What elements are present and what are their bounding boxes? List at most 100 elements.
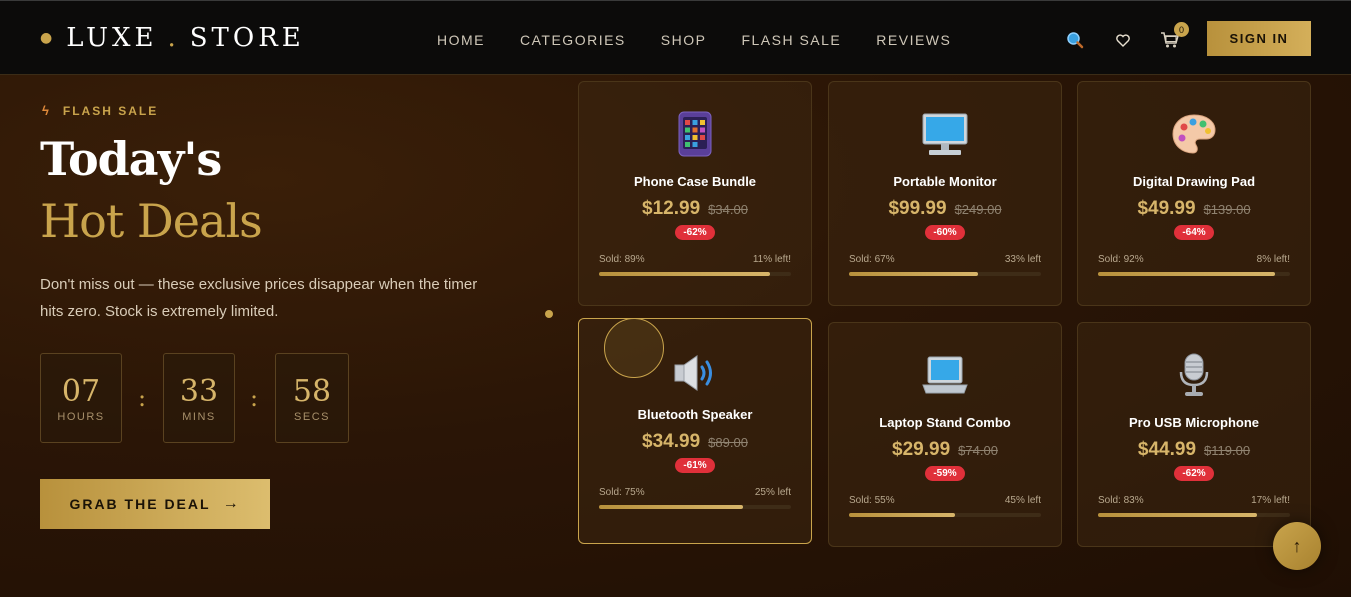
sold-label: Sold: 55%: [849, 495, 895, 506]
logo[interactable]: ● LUXE . STORE: [40, 23, 305, 53]
sign-in-button[interactable]: SIGN IN: [1207, 21, 1311, 56]
product-prices: $99.99 $249.00: [829, 198, 1061, 220]
monitor-icon: [829, 110, 1061, 158]
hero-title-line1: Today's: [40, 132, 222, 186]
product-old-price: $89.00: [708, 435, 748, 450]
product-prices: $44.99 $119.00: [1078, 439, 1310, 461]
timer-hours-label: HOURS: [57, 411, 105, 423]
product-old-price: $139.00: [1203, 202, 1251, 217]
sold-label: Sold: 75%: [599, 487, 645, 498]
laptop-icon: [829, 351, 1061, 399]
discount-badge: -64%: [1174, 225, 1214, 240]
product-price: $34.99: [642, 431, 701, 452]
grab-deal-button[interactable]: GRAB THE DEAL →: [40, 479, 270, 529]
grab-deal-label: GRAB THE DEAL: [69, 496, 211, 512]
stock-row: Sold: 89% 11% left!: [599, 254, 791, 265]
logo-dot-icon: ●: [40, 30, 57, 46]
stock-row: Sold: 75% 25% left: [599, 487, 791, 498]
product-old-price: $119.00: [1204, 443, 1251, 458]
search-icon[interactable]: [1064, 29, 1086, 51]
product-card[interactable]: Digital Drawing Pad $49.99 $139.00 -64% …: [1077, 81, 1311, 306]
stock-row: Sold: 92% 8% left!: [1098, 254, 1290, 265]
stock-left-label: 11% left!: [752, 254, 791, 265]
stock-left-label: 25% left: [754, 487, 791, 498]
product-price: $29.99: [892, 439, 951, 460]
product-price: $99.99: [888, 198, 947, 219]
stock-progress-fill: [849, 513, 955, 517]
product-old-price: $74.00: [958, 443, 998, 458]
top-navbar: ● LUXE . STORE HOME CATEGORIES SHOP FLAS…: [0, 0, 1351, 75]
hero-title-line2: Hot Deals: [40, 194, 263, 248]
product-card[interactable]: Portable Monitor $99.99 $249.00 -60% Sol…: [828, 81, 1062, 306]
timer-secs-value: 58: [292, 374, 332, 409]
timer-mins: 33 MINS: [163, 353, 235, 443]
nav-link-home[interactable]: HOME: [437, 32, 485, 48]
nav-link-categories[interactable]: CATEGORIES: [520, 32, 626, 48]
tablet-icon: [579, 110, 811, 158]
logo-text-right: STORE: [189, 23, 305, 53]
carousel-dot[interactable]: [545, 310, 553, 318]
stock-left-label: 33% left: [1004, 254, 1041, 265]
flash-sale-tag-label: FLASH SALE: [62, 103, 159, 118]
discount-badge: -59%: [925, 466, 965, 481]
product-price: $49.99: [1137, 198, 1196, 219]
timer-secs: 58 SECS: [275, 353, 349, 443]
stock-row: Sold: 55% 45% left: [849, 495, 1041, 506]
scroll-to-top-button[interactable]: ↑: [1273, 522, 1321, 570]
stock-left-label: 8% left!: [1256, 254, 1290, 265]
product-card[interactable]: Laptop Stand Combo $29.99 $74.00 -59% So…: [828, 322, 1062, 547]
product-price: $44.99: [1137, 439, 1197, 460]
stock-progress-bar: [1098, 513, 1290, 517]
stock-progress-bar: [599, 505, 791, 509]
flash-sale-tag: ϟ FLASH SALE: [42, 103, 158, 118]
microphone-icon: [1078, 351, 1310, 399]
stock-progress-bar: [849, 513, 1041, 517]
product-price: $12.99: [642, 198, 701, 219]
stock-progress-bar: [599, 272, 791, 276]
nav-links: HOME CATEGORIES SHOP FLASH SALE REVIEWS: [437, 32, 986, 48]
stock-progress-bar: [1098, 272, 1290, 276]
stock-progress-fill: [599, 272, 770, 276]
timer-secs-label: SECS: [294, 411, 330, 423]
cursor-highlight-ring: [604, 318, 664, 378]
discount-badge: -60%: [925, 225, 965, 240]
lightning-icon: ϟ: [42, 103, 51, 118]
logo-text-left: LUXE: [66, 23, 158, 53]
product-name: Portable Monitor: [893, 174, 997, 189]
sold-label: Sold: 92%: [1098, 254, 1144, 265]
product-old-price: $249.00: [954, 202, 1002, 217]
product-prices: $29.99 $74.00: [829, 439, 1061, 461]
product-prices: $49.99 $139.00: [1078, 198, 1310, 220]
product-card[interactable]: Pro USB Microphone $44.99 $119.00 -62% S…: [1077, 322, 1311, 547]
timer-separator: :: [250, 384, 259, 412]
stock-progress-fill: [849, 272, 978, 276]
nav-link-reviews[interactable]: REVIEWS: [876, 32, 951, 48]
stock-left-label: 45% left: [1004, 495, 1041, 506]
product-old-price: $34.00: [708, 202, 748, 217]
product-prices: $12.99 $34.00: [579, 198, 811, 220]
palette-icon: [1078, 110, 1310, 158]
stock-left-label: 17% left!: [1251, 495, 1290, 506]
stock-row: Sold: 83% 17% left!: [1098, 495, 1290, 506]
product-prices: $34.99 $89.00: [579, 431, 811, 453]
product-card[interactable]: Phone Case Bundle $12.99 $34.00 -62% Sol…: [578, 81, 812, 306]
timer-mins-value: 33: [179, 374, 219, 409]
product-name: Phone Case Bundle: [633, 174, 757, 189]
nav-link-shop[interactable]: SHOP: [661, 32, 707, 48]
product-name: Pro USB Microphone: [1128, 415, 1259, 430]
discount-badge: -62%: [675, 225, 715, 240]
timer-mins-label: MINS: [182, 411, 216, 423]
product-name: Laptop Stand Combo: [879, 415, 1011, 430]
timer-hours: 07 HOURS: [40, 353, 122, 443]
discount-badge: -62%: [1174, 466, 1214, 481]
stock-progress-fill: [599, 505, 743, 509]
timer-hours-value: 07: [61, 374, 101, 409]
logo-separator: .: [167, 23, 180, 53]
discount-badge: -61%: [675, 458, 715, 473]
stock-row: Sold: 67% 33% left: [849, 254, 1041, 265]
stock-progress-bar: [849, 272, 1041, 276]
heart-icon[interactable]: [1112, 29, 1134, 51]
nav-link-flash-sale[interactable]: FLASH SALE: [741, 32, 841, 48]
stock-progress-fill: [1098, 513, 1258, 517]
timer-separator: :: [138, 384, 147, 412]
